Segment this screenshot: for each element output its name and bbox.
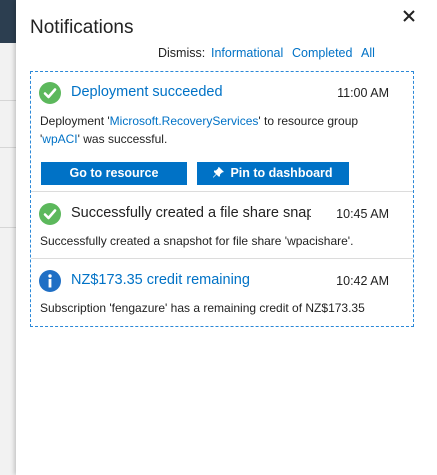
close-icon[interactable] — [399, 6, 419, 26]
notification-body: Subscription 'fengazure' has a remaining… — [40, 301, 365, 315]
dismiss-all-link[interactable]: All — [361, 46, 375, 60]
notification-list: Deployment succeeded 11:00 AM Deployment… — [30, 71, 414, 327]
pin-to-dashboard-button[interactable]: Pin to dashboard — [197, 162, 349, 185]
notification-title[interactable]: Deployment succeeded — [71, 84, 223, 100]
check-circle-icon — [39, 82, 61, 104]
dismiss-informational-link[interactable]: Informational — [211, 46, 283, 60]
notification-body: Successfully created a snapshot for file… — [40, 234, 354, 248]
scroll-gutter — [422, 0, 437, 475]
background-page — [0, 0, 16, 475]
check-circle-icon — [39, 203, 61, 225]
notification-time: 10:45 AM — [336, 207, 389, 221]
notification-item[interactable]: Successfully created a file share snaps.… — [31, 192, 413, 259]
go-to-resource-button[interactable]: Go to resource — [41, 162, 187, 185]
background-divider — [0, 147, 16, 148]
dismiss-bar: Dismiss: Informational Completed All — [16, 46, 422, 62]
notification-item[interactable]: NZ$173.35 credit remaining 10:42 AM Subs… — [31, 259, 413, 326]
background-header-bar — [0, 0, 16, 43]
panel-title: Notifications — [30, 17, 134, 38]
dismiss-label: Dismiss: — [158, 46, 206, 60]
notification-item[interactable]: Deployment succeeded 11:00 AM Deployment… — [31, 72, 413, 192]
notification-body: Deployment 'Microsoft.RecoveryServices' … — [40, 114, 359, 146]
background-divider — [0, 227, 16, 228]
notifications-panel: Notifications Dismiss: Informational Com… — [16, 0, 422, 475]
notification-title: Successfully created a file share snaps.… — [71, 205, 311, 221]
resource-group-link[interactable]: wpACI — [42, 132, 77, 146]
info-circle-icon — [39, 270, 61, 292]
notification-title[interactable]: NZ$173.35 credit remaining — [71, 272, 250, 288]
pin-icon — [213, 162, 225, 185]
background-divider — [0, 100, 16, 101]
notification-time: 10:42 AM — [336, 274, 389, 288]
resource-link[interactable]: Microsoft.RecoveryServices — [110, 114, 259, 128]
pin-button-label: Pin to dashboard — [230, 166, 333, 180]
notification-time: 11:00 AM — [337, 86, 389, 100]
dismiss-completed-link[interactable]: Completed — [292, 46, 352, 60]
